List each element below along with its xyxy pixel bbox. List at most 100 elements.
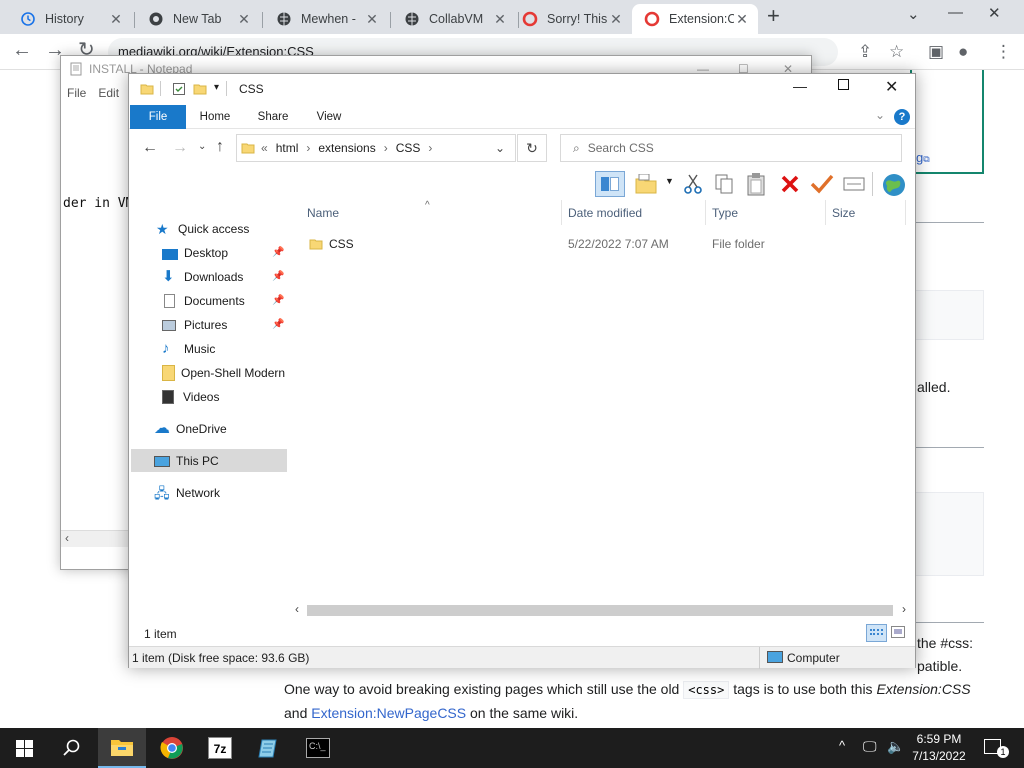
customize-toolbar-icon[interactable]: ▾ bbox=[214, 82, 219, 93]
column-date-modified[interactable]: Date modified bbox=[568, 206, 642, 220]
dropdown-arrow-icon[interactable]: ▼ bbox=[665, 176, 674, 186]
forward-button[interactable]: → bbox=[172, 139, 188, 157]
nav-item-open-shell[interactable]: Open-Shell Modern bbox=[162, 361, 285, 385]
file-explorer-window[interactable]: ▾ CSS — ✕ File Home Share View ⌄ ? ← → ⌄… bbox=[128, 73, 916, 669]
clock-date[interactable]: 7/13/2022 bbox=[909, 749, 969, 763]
taskbar-notepad[interactable] bbox=[245, 728, 293, 768]
cut-icon[interactable] bbox=[684, 173, 702, 195]
nav-network[interactable]: 🖧 Network bbox=[154, 481, 220, 505]
nav-item-pictures[interactable]: Pictures bbox=[162, 313, 227, 337]
up-button[interactable]: ↑ bbox=[216, 138, 224, 156]
menu-kebab-icon[interactable]: ⋮ bbox=[995, 42, 1012, 62]
tab-close-icon[interactable]: ✕ bbox=[734, 11, 750, 28]
show-hidden-icons[interactable]: ^ bbox=[839, 738, 845, 753]
minimize-button[interactable]: — bbox=[793, 78, 807, 94]
breadcrumb[interactable]: « html › extensions › CSS › ⌄ bbox=[236, 134, 516, 162]
profile-avatar-icon[interactable]: ● bbox=[958, 42, 968, 62]
expand-ribbon-icon[interactable]: ⌄ bbox=[875, 108, 885, 122]
scrollbar-thumb[interactable] bbox=[307, 605, 893, 616]
overflow-icon[interactable]: « bbox=[261, 141, 268, 155]
column-type[interactable]: Type bbox=[712, 206, 738, 220]
pin-icon[interactable]: 📌 bbox=[272, 247, 284, 258]
nav-this-pc[interactable]: This PC bbox=[154, 449, 219, 473]
nav-item-documents[interactable]: Documents bbox=[162, 289, 245, 313]
clock-time[interactable]: 6:59 PM bbox=[916, 732, 962, 746]
chevron-down-icon[interactable]: ⌄ bbox=[907, 5, 920, 23]
start-button[interactable] bbox=[0, 728, 48, 768]
bookmark-star-icon[interactable]: ☆ bbox=[889, 42, 904, 62]
network-status-icon[interactable]: 🖵 bbox=[863, 738, 877, 755]
web-link-fragment[interactable]: g⧉ bbox=[916, 150, 930, 165]
taskbar-command-prompt[interactable]: C:\_ bbox=[294, 728, 342, 768]
pin-icon[interactable]: 📌 bbox=[272, 295, 284, 306]
delete-icon[interactable] bbox=[780, 175, 800, 193]
back-button[interactable]: ← bbox=[142, 139, 158, 157]
properties-icon[interactable] bbox=[172, 82, 186, 96]
chevron-right-icon[interactable]: › bbox=[428, 141, 432, 155]
search-input[interactable]: ⌕ Search CSS bbox=[560, 134, 902, 162]
large-icons-view-button[interactable] bbox=[891, 626, 905, 638]
pin-icon[interactable]: 📌 bbox=[272, 271, 284, 282]
ribbon-tab-file[interactable]: File bbox=[130, 105, 186, 129]
refresh-button[interactable]: ↻ bbox=[517, 134, 547, 162]
nav-quick-access[interactable]: ★ Quick access bbox=[156, 217, 249, 241]
nav-item-videos[interactable]: Videos bbox=[162, 385, 219, 409]
tab-close-icon[interactable]: ✕ bbox=[364, 11, 380, 28]
back-button[interactable]: ← bbox=[12, 40, 32, 60]
tab-close-icon[interactable]: ✕ bbox=[236, 11, 252, 28]
minimize-button[interactable]: — bbox=[948, 4, 963, 21]
taskbar-7zip[interactable]: 7z bbox=[196, 728, 244, 768]
scroll-left-icon[interactable]: ‹ bbox=[65, 531, 69, 545]
share-icon[interactable]: ⇪ bbox=[858, 42, 872, 62]
rename-folder-icon[interactable] bbox=[635, 174, 657, 194]
horizontal-scrollbar[interactable]: ‹ › bbox=[292, 602, 912, 619]
search-button[interactable] bbox=[48, 728, 96, 768]
browser-tab-collabvm[interactable]: CollabVM ✕ bbox=[392, 4, 516, 34]
nav-item-downloads[interactable]: ⬇ Downloads bbox=[162, 265, 243, 289]
close-button[interactable]: ✕ bbox=[885, 77, 898, 97]
breadcrumb-html[interactable]: html bbox=[276, 141, 299, 155]
side-panel-icon[interactable]: ▣ bbox=[928, 42, 944, 62]
new-tab-button[interactable]: + bbox=[767, 5, 787, 27]
properties-check-icon[interactable] bbox=[810, 174, 834, 194]
close-window-button[interactable]: ✕ bbox=[988, 4, 1001, 22]
nav-item-desktop[interactable]: Desktop bbox=[162, 241, 228, 265]
maximize-button[interactable] bbox=[838, 79, 849, 90]
browser-tab-new-tab[interactable]: New Tab ✕ bbox=[136, 4, 260, 34]
tab-close-icon[interactable]: ✕ bbox=[108, 11, 124, 28]
browser-tab-sorry[interactable]: Sorry! This ✕ bbox=[510, 4, 632, 34]
table-row[interactable]: CSS 5/22/2022 7:07 AM File folder bbox=[292, 234, 892, 256]
taskbar-chrome[interactable] bbox=[148, 728, 196, 768]
menu-file[interactable]: File bbox=[67, 86, 86, 100]
browser-tab-mewhen[interactable]: Mewhen - ✕ bbox=[264, 4, 388, 34]
chevron-right-icon[interactable]: › bbox=[306, 141, 310, 155]
chevron-right-icon[interactable]: › bbox=[384, 141, 388, 155]
column-name[interactable]: Name bbox=[307, 206, 339, 220]
ribbon-tab-share[interactable]: Share bbox=[249, 105, 297, 129]
breadcrumb-extensions[interactable]: extensions bbox=[318, 141, 375, 155]
preview-pane-button[interactable] bbox=[595, 171, 625, 197]
pin-icon[interactable]: 📌 bbox=[272, 319, 284, 330]
new-folder-icon[interactable] bbox=[193, 82, 207, 96]
ribbon-tab-home[interactable]: Home bbox=[191, 105, 239, 129]
tab-close-icon[interactable]: ✕ bbox=[492, 11, 508, 28]
newpagecss-link[interactable]: Extension:NewPageCSS bbox=[311, 705, 466, 721]
help-icon[interactable]: ? bbox=[894, 109, 910, 125]
browser-tab-history[interactable]: History ✕ bbox=[8, 4, 132, 34]
volume-icon[interactable]: 🔈 bbox=[887, 738, 904, 755]
copy-icon[interactable] bbox=[714, 173, 734, 195]
tab-close-icon[interactable]: ✕ bbox=[608, 11, 624, 28]
notepad-text[interactable]: der in VM bbox=[63, 196, 133, 211]
menu-edit[interactable]: Edit bbox=[98, 86, 119, 100]
breadcrumb-css[interactable]: CSS bbox=[396, 141, 421, 155]
browser-tab-extension-css[interactable]: Extension:C ✕ bbox=[632, 4, 758, 34]
nav-onedrive[interactable]: ☁ OneDrive bbox=[154, 417, 227, 441]
address-dropdown-icon[interactable]: ⌄ bbox=[495, 141, 505, 155]
rename-icon[interactable] bbox=[843, 176, 865, 192]
ribbon-tab-view[interactable]: View bbox=[305, 105, 353, 129]
globe-network-icon[interactable] bbox=[881, 172, 907, 198]
scroll-left-icon[interactable]: ‹ bbox=[295, 602, 299, 616]
paste-icon[interactable] bbox=[746, 172, 766, 196]
details-view-button[interactable] bbox=[866, 624, 887, 642]
taskbar-file-explorer[interactable] bbox=[98, 728, 146, 768]
